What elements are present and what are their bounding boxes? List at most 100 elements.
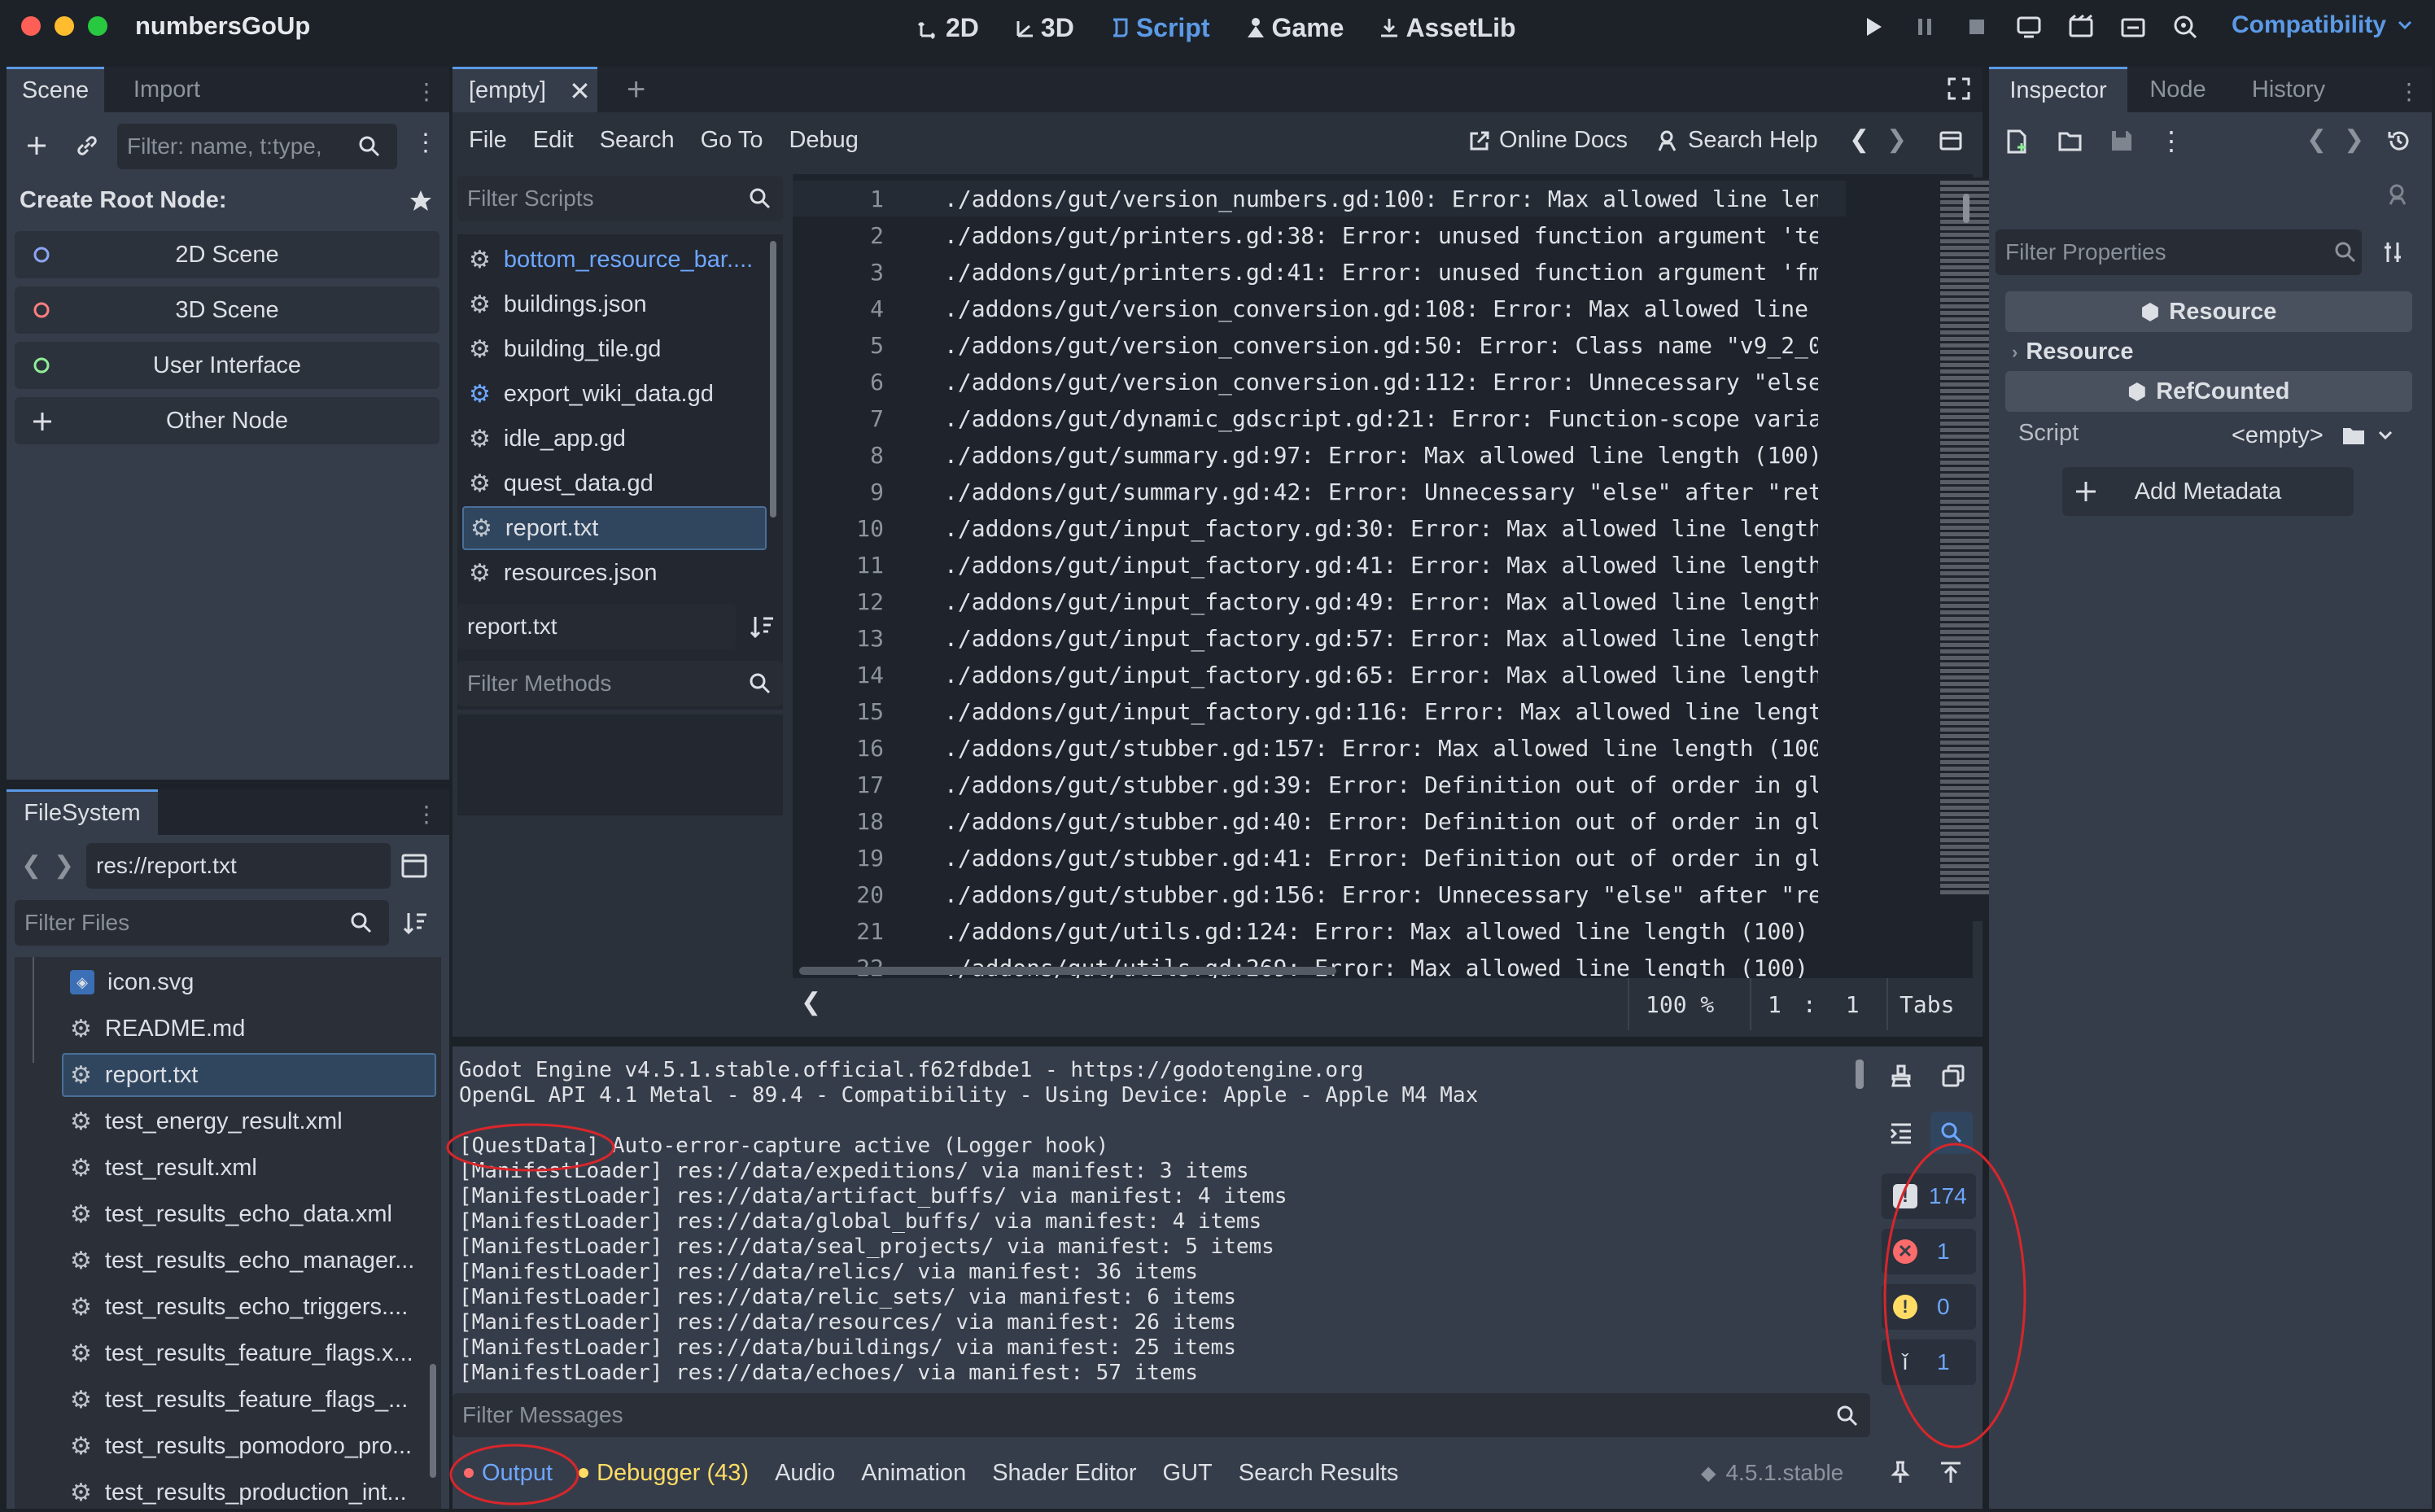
- file-item[interactable]: ⚙ test_results_echo_manager...: [62, 1239, 425, 1283]
- script-property-value[interactable]: <empty>: [2220, 415, 2424, 456]
- root-option-other-node[interactable]: Other Node: [15, 397, 439, 444]
- chevron-down-icon[interactable]: [2376, 426, 2395, 445]
- history-back-icon[interactable]: ❮: [21, 851, 42, 880]
- collapse-duplicates-icon[interactable]: [1888, 1120, 1914, 1146]
- zoom-level[interactable]: 100 %: [1628, 978, 1714, 1030]
- history-forward-icon[interactable]: ❯: [54, 851, 74, 880]
- menu-file[interactable]: File: [469, 127, 507, 154]
- workspace-game[interactable]: Game: [1244, 13, 1344, 43]
- dock-menu-icon[interactable]: ⋮: [415, 78, 438, 105]
- maximize-window-button[interactable]: [88, 16, 107, 36]
- pause-icon[interactable]: [1911, 13, 1939, 41]
- open-folder-icon[interactable]: [2057, 129, 2083, 153]
- filter-files-input[interactable]: Filter Files: [15, 900, 389, 946]
- menu-goto[interactable]: Go To: [701, 127, 763, 154]
- code-horizontal-scrollbar[interactable]: [799, 967, 1336, 975]
- script-forward-icon[interactable]: ❯: [1886, 125, 1907, 154]
- menu-edit[interactable]: Edit: [533, 127, 574, 154]
- workspace-3d[interactable]: 3D: [1013, 13, 1074, 43]
- add-metadata-button[interactable]: Add Metadata: [2062, 467, 2354, 516]
- menu-debug[interactable]: Debug: [789, 127, 858, 154]
- online-docs-button[interactable]: Online Docs: [1468, 127, 1628, 154]
- file-item[interactable]: ⚙ test_results_echo_data.xml: [62, 1192, 425, 1236]
- toggle-search-button[interactable]: [1930, 1112, 1973, 1154]
- copy-icon[interactable]: [1940, 1063, 1966, 1089]
- script-item[interactable]: ⚙ bottom_resource_bar....: [457, 238, 770, 282]
- stop-icon[interactable]: [1963, 13, 1991, 41]
- dock-menu-icon[interactable]: ⋮: [2398, 78, 2420, 105]
- root-option-2d-scene[interactable]: 2D Scene: [15, 231, 439, 278]
- code-editor[interactable]: 1 ./addons/gut/version_numbers.gd:100: Er…: [793, 174, 1973, 1020]
- new-tab-icon[interactable]: +: [627, 72, 645, 108]
- inspector-forward-icon[interactable]: ❯: [2344, 125, 2364, 154]
- file-item[interactable]: ⚙ test_results_echo_triggers....: [62, 1285, 425, 1329]
- script-back-icon[interactable]: ❮: [1849, 125, 1869, 154]
- file-item[interactable]: ⚙ test_results_feature_flags_...: [62, 1378, 425, 1422]
- add-node-icon[interactable]: [24, 133, 49, 158]
- filter-methods-input[interactable]: Filter Methods: [457, 661, 783, 706]
- file-item[interactable]: ⚙ test_results_feature_flags.x...: [62, 1331, 425, 1375]
- filter-properties-input[interactable]: Filter Properties: [1996, 229, 2362, 275]
- script-item-selected[interactable]: ⚙ report.txt: [462, 506, 767, 550]
- resource-section-toggle[interactable]: › Resource: [2012, 339, 2134, 365]
- search-help-button[interactable]: Search Help: [1655, 127, 1818, 154]
- play-scene-icon[interactable]: [2067, 13, 2095, 41]
- workspace-assetlib[interactable]: AssetLib: [1378, 13, 1516, 43]
- output-scrollbar[interactable]: [1856, 1060, 1864, 1089]
- filter-scripts-input[interactable]: Filter Scripts: [457, 176, 783, 221]
- script-list-scrollbar[interactable]: [770, 241, 776, 518]
- movie-maker-icon[interactable]: [2171, 13, 2199, 41]
- indent-mode[interactable]: Tabs: [1886, 978, 1954, 1030]
- link-icon[interactable]: [75, 133, 99, 158]
- file-item[interactable]: ⚙ test_result.xml: [62, 1146, 425, 1190]
- node-search-icon[interactable]: [2386, 182, 2411, 207]
- minimize-window-button[interactable]: [55, 16, 74, 36]
- inspector-back-icon[interactable]: ❮: [2306, 125, 2327, 154]
- tab-gut[interactable]: GUT: [1163, 1460, 1213, 1487]
- file-item[interactable]: ⚙ test_results_production_int...: [62, 1470, 425, 1509]
- tab-shader-editor[interactable]: Shader Editor: [992, 1460, 1136, 1487]
- file-tree-scrollbar[interactable]: [430, 1364, 436, 1478]
- property-settings-icon[interactable]: [2381, 239, 2407, 265]
- tab-empty-scene[interactable]: [empty] ✕: [452, 67, 597, 112]
- sort-icon[interactable]: [402, 910, 428, 936]
- tab-animation[interactable]: Animation: [861, 1460, 966, 1487]
- close-window-button[interactable]: [21, 16, 41, 36]
- path-field[interactable]: res://report.txt: [86, 843, 391, 889]
- workspace-script[interactable]: Script: [1108, 13, 1210, 43]
- filter-errors-toggle[interactable]: ✕ 1: [1882, 1229, 1976, 1274]
- save-icon[interactable]: [2109, 129, 2134, 153]
- filter-messages-toggle[interactable]: ! 174: [1882, 1173, 1976, 1219]
- script-item[interactable]: ⚙ quest_data.gd: [457, 461, 770, 505]
- root-option-3d-scene[interactable]: 3D Scene: [15, 286, 439, 334]
- tab-audio[interactable]: Audio: [775, 1460, 835, 1487]
- menu-search[interactable]: Search: [600, 127, 675, 154]
- tab-search-results[interactable]: Search Results: [1239, 1460, 1399, 1487]
- root-option-user-interface[interactable]: User Interface: [15, 342, 439, 389]
- filter-editor-toggle[interactable]: ǐ 1: [1882, 1339, 1976, 1385]
- tab-filesystem[interactable]: FileSystem: [7, 789, 158, 835]
- script-item[interactable]: ⚙ idle_app.gd: [457, 417, 770, 461]
- expand-panel-icon[interactable]: [1939, 1460, 1963, 1484]
- code-vertical-scrollbar[interactable]: [1963, 194, 1969, 223]
- object-history-icon[interactable]: [2386, 129, 2411, 153]
- scene-menu-icon[interactable]: ⋮: [413, 129, 438, 157]
- toggle-scripts-list-icon[interactable]: ❮: [801, 988, 821, 1016]
- play-icon[interactable]: [1859, 13, 1886, 41]
- tab-import[interactable]: Import: [109, 67, 225, 112]
- load-folder-icon[interactable]: [2341, 424, 2366, 447]
- dock-menu-icon[interactable]: ⋮: [415, 801, 438, 828]
- script-item[interactable]: ⚙ resources.json: [457, 551, 770, 595]
- close-tab-icon[interactable]: ✕: [569, 76, 591, 107]
- file-item[interactable]: ◈ icon.svg: [62, 960, 425, 1004]
- tab-history[interactable]: History: [2228, 67, 2349, 112]
- tab-debugger[interactable]: Debugger (43): [579, 1460, 749, 1487]
- remote-debug-icon[interactable]: [2015, 13, 2043, 41]
- tab-scene[interactable]: Scene: [7, 67, 104, 112]
- renderer-selector[interactable]: Compatibility: [2232, 11, 2415, 39]
- favorite-star-icon[interactable]: [409, 189, 433, 213]
- workspace-2d[interactable]: 2D: [918, 13, 979, 43]
- file-item[interactable]: ⚙ test_energy_result.xml: [62, 1099, 425, 1143]
- scene-filter-input[interactable]: Filter: name, t:type,: [117, 124, 397, 169]
- script-item[interactable]: ⚙ buildings.json: [457, 282, 770, 326]
